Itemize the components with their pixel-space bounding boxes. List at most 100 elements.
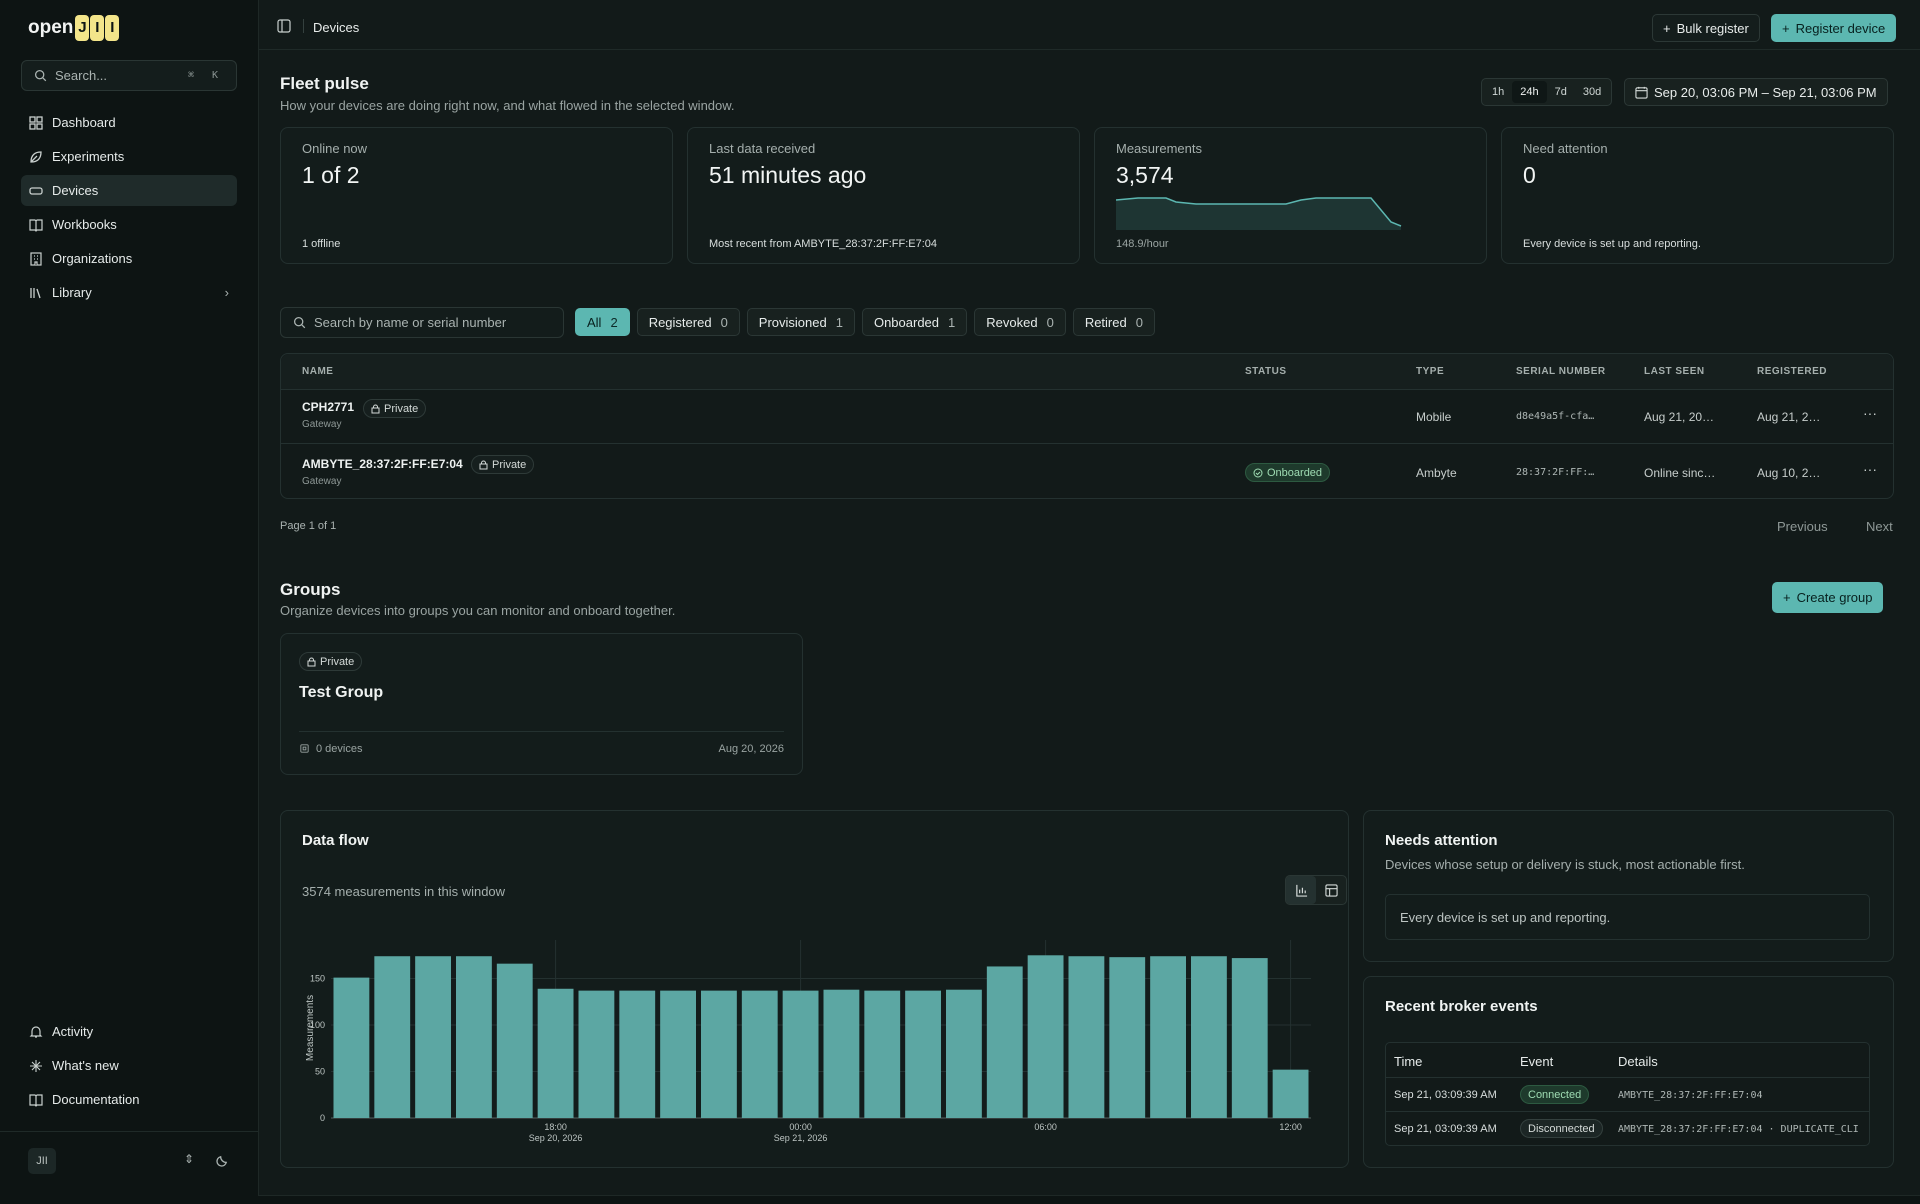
search-icon xyxy=(293,316,306,329)
chevrons-updown-icon[interactable]: ⇕ xyxy=(184,1152,194,1166)
sidebar-item-whats-new[interactable]: What's new xyxy=(21,1050,237,1081)
chart-bar[interactable] xyxy=(905,990,941,1118)
chart-bar[interactable] xyxy=(374,956,411,1118)
filter-label: Revoked xyxy=(986,314,1038,330)
app-logo[interactable]: open JII xyxy=(28,14,120,42)
bulk-register-label: Bulk register xyxy=(1676,20,1749,36)
column-header-status[interactable]: STATUS xyxy=(1245,366,1287,377)
bulk-register-button[interactable]: + Bulk register xyxy=(1652,14,1760,42)
column-header-name[interactable]: NAME xyxy=(302,366,333,377)
chart-bar[interactable] xyxy=(578,990,615,1118)
table-row: Sep 21, 03:09:39 AM Connected AMBYTE_28:… xyxy=(1386,1078,1869,1112)
book-icon xyxy=(29,218,43,232)
filter-revoked[interactable]: Revoked 0 xyxy=(974,308,1066,336)
range-24h[interactable]: 24h xyxy=(1512,81,1547,103)
kpi-foot: Most recent from AMBYTE_28:37:2F:FF:E7:0… xyxy=(709,238,938,250)
table-row[interactable]: CPH2771 Private Gateway Mobile d8e49a5f-… xyxy=(281,390,1893,444)
chart-bar[interactable] xyxy=(701,990,737,1118)
data-flow-chart: Measurements 050100150 18:00Sep 20, 2026… xyxy=(305,940,1311,1143)
chart-bar[interactable] xyxy=(1150,956,1186,1118)
chart-bar[interactable] xyxy=(660,990,696,1118)
event-details: AMBYTE_28:37:2F:FF:E7:04 · DUPLICATE_CLI xyxy=(1618,1124,1859,1135)
chart-bar[interactable] xyxy=(456,956,492,1118)
range-30d[interactable]: 30d xyxy=(1575,81,1609,103)
sidebar-item-library[interactable]: Library › xyxy=(21,277,237,308)
chart-bar[interactable] xyxy=(1109,957,1146,1118)
device-type: Ambyte xyxy=(1416,466,1457,480)
chart-bar[interactable] xyxy=(1191,956,1227,1118)
chart-bar[interactable] xyxy=(537,988,574,1118)
chart-bar[interactable] xyxy=(1231,958,1268,1118)
column-header-last-seen[interactable]: LAST SEEN xyxy=(1644,366,1705,377)
sidebar-item-experiments[interactable]: Experiments xyxy=(21,141,237,172)
filter-retired[interactable]: Retired 0 xyxy=(1072,308,1155,336)
logo-mark: JII xyxy=(75,15,120,41)
chart-bar[interactable] xyxy=(986,966,1023,1118)
date-range-picker[interactable]: Sep 20, 03:06 PM – Sep 21, 03:06 PM xyxy=(1624,78,1888,106)
sidebar-item-devices[interactable]: Devices xyxy=(21,175,237,206)
group-card[interactable]: Private Test Group 0 devices Aug 20, 202… xyxy=(280,633,803,775)
sidebar-search[interactable]: Search... ⌘ K xyxy=(21,60,237,91)
chart-bar[interactable] xyxy=(496,963,533,1118)
filter-count: 0 xyxy=(720,314,728,330)
column-header-type[interactable]: TYPE xyxy=(1416,366,1444,377)
sidebar-item-documentation[interactable]: Documentation xyxy=(21,1084,237,1115)
status-label: Onboarded xyxy=(1267,466,1323,479)
chart-bar[interactable] xyxy=(782,990,819,1118)
row-actions-icon[interactable]: ··· xyxy=(1863,405,1877,421)
filter-onboarded[interactable]: Onboarded 1 xyxy=(861,308,968,336)
sidebar-item-dashboard[interactable]: Dashboard xyxy=(21,107,237,138)
next-page-button[interactable]: Next xyxy=(1866,519,1893,534)
building-icon xyxy=(30,251,42,266)
table-row[interactable]: AMBYTE_28:37:2F:FF:E7:04 Private Gateway… xyxy=(281,445,1893,499)
column-header-time: Time xyxy=(1394,1054,1423,1069)
column-header-serial[interactable]: SERIAL NUMBER xyxy=(1516,366,1606,377)
breadcrumb-divider xyxy=(303,19,304,33)
chart-bar[interactable] xyxy=(1068,956,1105,1118)
device-serial: 28:37:2F:FF:… xyxy=(1516,467,1595,478)
column-header-registered[interactable]: REGISTERED xyxy=(1757,366,1827,377)
filter-count: 1 xyxy=(835,314,843,330)
filter-registered[interactable]: Registered 0 xyxy=(636,308,740,336)
device-name[interactable]: AMBYTE_28:37:2F:FF:E7:04 xyxy=(302,457,463,471)
theme-toggle-icon[interactable] xyxy=(215,1153,230,1168)
device-search-input[interactable]: Search by name or serial number xyxy=(280,307,564,338)
bar-chart-view-icon[interactable] xyxy=(1286,876,1316,904)
range-1h[interactable]: 1h xyxy=(1484,81,1512,103)
create-group-button[interactable]: + Create group xyxy=(1772,582,1884,613)
chart-bar[interactable] xyxy=(415,956,451,1118)
chart-bar[interactable] xyxy=(1272,1069,1309,1118)
table-view-icon[interactable] xyxy=(1316,876,1346,904)
filter-count: 2 xyxy=(610,314,618,330)
sidebar-divider xyxy=(0,1131,258,1132)
chart-bar[interactable] xyxy=(741,990,778,1118)
data-flow-card: Data flow 3574 measurements in this wind… xyxy=(280,810,1349,1168)
row-actions-icon[interactable]: ··· xyxy=(1863,461,1877,477)
x-tick-label: 00:00 xyxy=(789,1122,812,1132)
event-time: Sep 21, 03:09:39 AM xyxy=(1394,1123,1497,1135)
device-kind: Gateway xyxy=(302,419,342,430)
chart-bar[interactable] xyxy=(619,990,656,1118)
sidebar-item-organizations[interactable]: Organizations xyxy=(21,243,237,274)
sidebar-toggle-icon[interactable] xyxy=(277,19,291,33)
previous-page-button[interactable]: Previous xyxy=(1777,519,1828,534)
sidebar-item-workbooks[interactable]: Workbooks xyxy=(21,209,237,240)
avatar[interactable]: JII xyxy=(28,1148,56,1174)
chart-bar[interactable] xyxy=(333,977,370,1118)
register-device-label: Register device xyxy=(1795,20,1886,36)
event-time: Sep 21, 03:09:39 AM xyxy=(1394,1089,1497,1101)
chart-bar[interactable] xyxy=(946,989,982,1118)
register-device-button[interactable]: + Register device xyxy=(1771,14,1897,42)
visibility-label: Private xyxy=(492,458,527,471)
chart-bar[interactable] xyxy=(1027,955,1064,1118)
chart-bar[interactable] xyxy=(823,989,860,1118)
main-content: Devices + Bulk register + Register devic… xyxy=(258,0,1920,1196)
breadcrumb[interactable]: Devices xyxy=(313,20,359,35)
filter-all[interactable]: All 2 xyxy=(575,308,630,336)
event-badge: Connected xyxy=(1520,1085,1590,1104)
sidebar-item-activity[interactable]: Activity xyxy=(21,1016,237,1047)
device-name[interactable]: CPH2771 xyxy=(302,400,354,414)
chart-bar[interactable] xyxy=(864,990,901,1118)
range-7d[interactable]: 7d xyxy=(1547,81,1575,103)
filter-provisioned[interactable]: Provisioned 1 xyxy=(746,308,855,336)
